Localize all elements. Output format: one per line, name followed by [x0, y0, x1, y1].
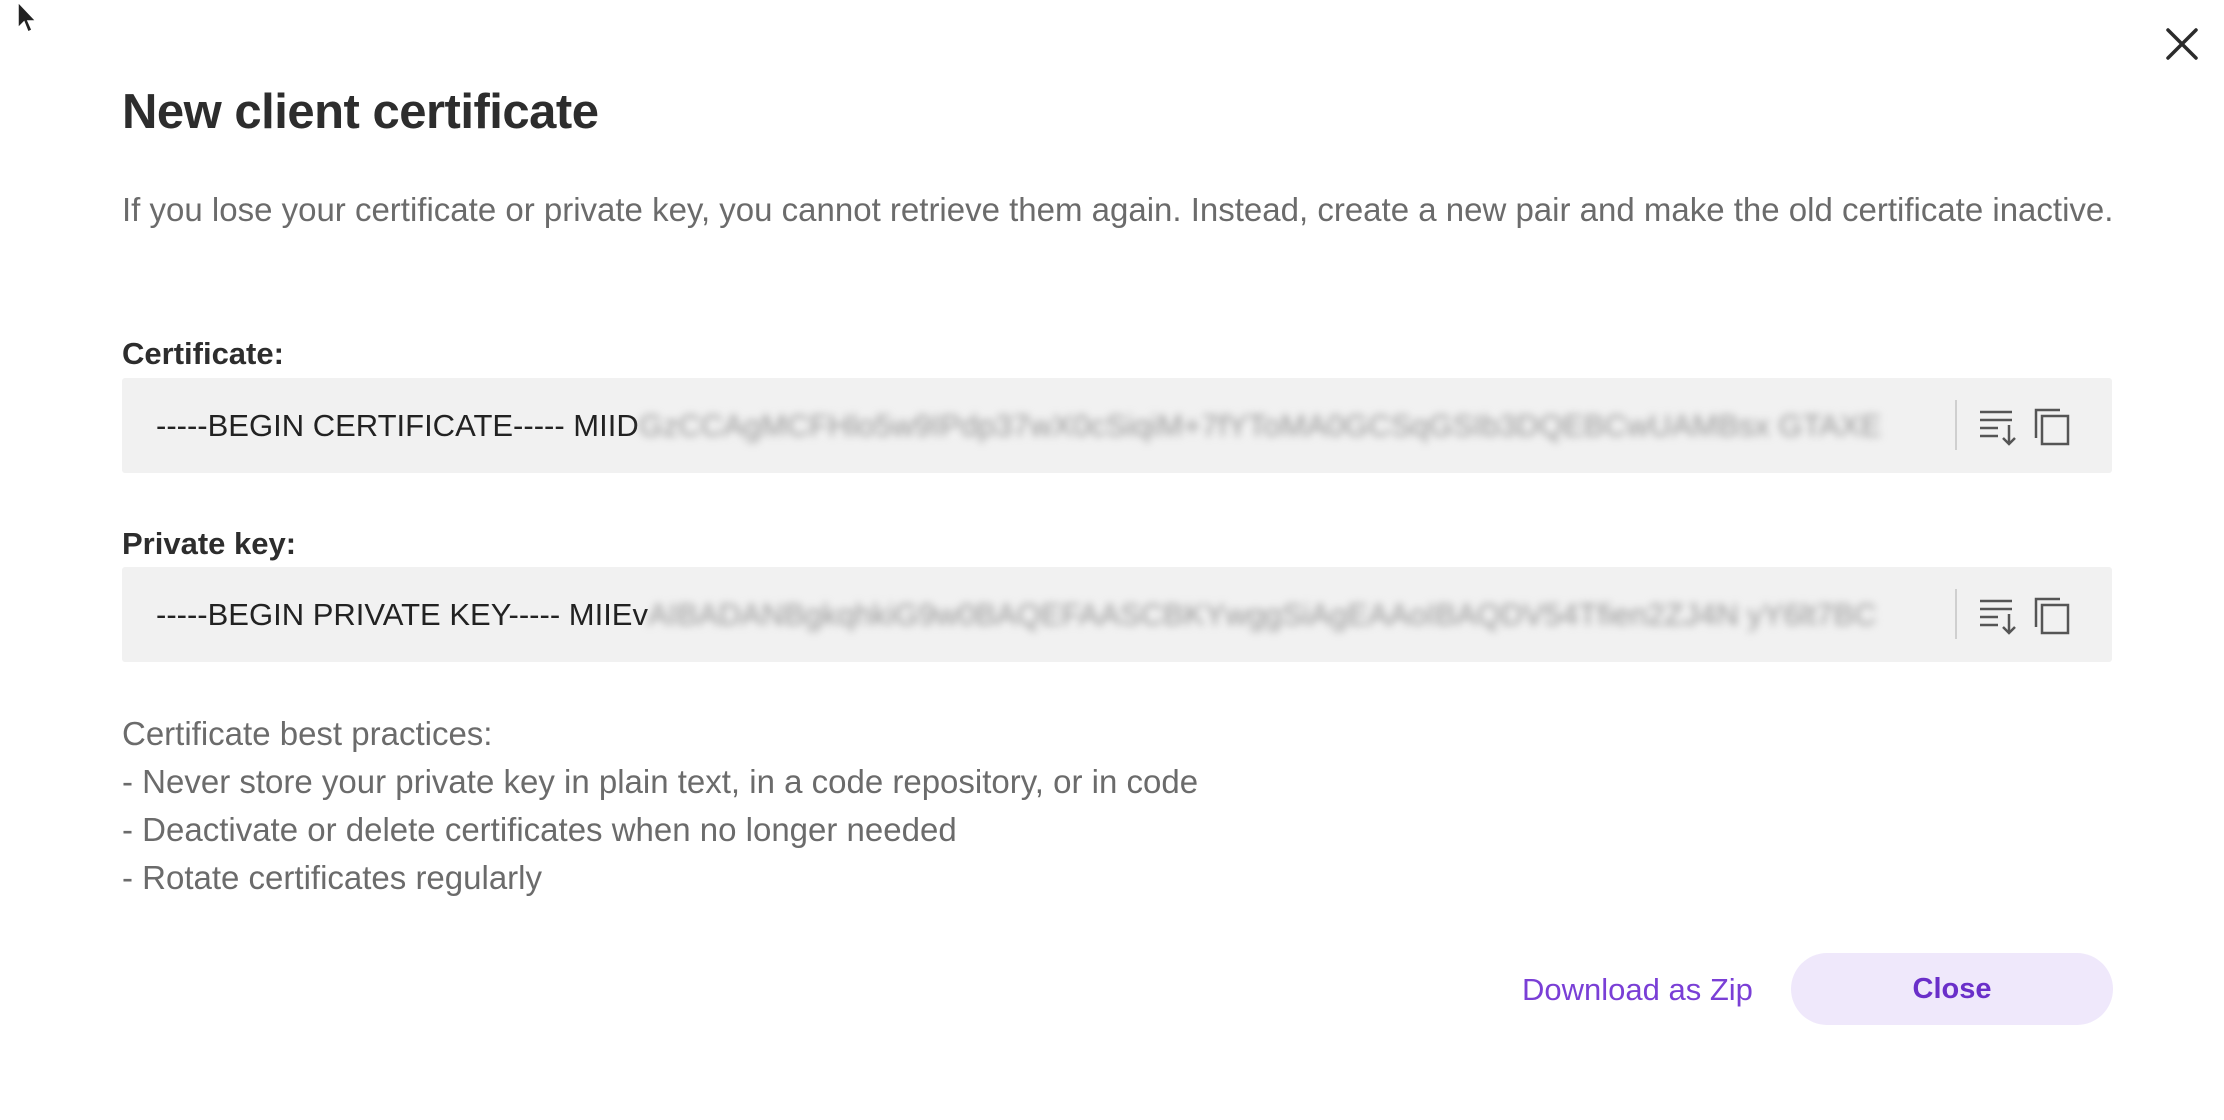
- best-practices-heading: Certificate best practices:: [122, 715, 493, 752]
- certificate-field: -----BEGIN CERTIFICATE----- MIIDGzCCAgMC…: [122, 378, 2112, 473]
- copy-icon[interactable]: [2030, 593, 2074, 637]
- certificate-value-visible: -----BEGIN CERTIFICATE----- MIID: [156, 408, 639, 443]
- private-key-value[interactable]: -----BEGIN PRIVATE KEY----- MIIEvAIBADAN…: [156, 567, 2068, 662]
- dialog-intro: If you lose your certificate or private …: [122, 191, 2114, 228]
- download-zip-button[interactable]: Download as Zip: [1522, 960, 1753, 1020]
- client-certificate-dialog: New client certificate If you lose your …: [0, 0, 2224, 1120]
- best-practice-item: - Deactivate or delete certificates when…: [122, 811, 957, 848]
- download-icon[interactable]: [1976, 404, 2020, 448]
- private-key-field: -----BEGIN PRIVATE KEY----- MIIEvAIBADAN…: [122, 567, 2112, 662]
- certificate-value[interactable]: -----BEGIN CERTIFICATE----- MIIDGzCCAgMC…: [156, 378, 2068, 473]
- private-key-field-divider: [1955, 589, 1957, 639]
- certificate-label: Certificate:: [122, 336, 284, 371]
- close-button[interactable]: Close: [1791, 953, 2113, 1025]
- best-practice-item: - Rotate certificates regularly: [122, 859, 542, 896]
- mouse-pointer-icon: [17, 0, 38, 34]
- best-practice-item: - Never store your private key in plain …: [122, 763, 1199, 800]
- copy-icon[interactable]: [2030, 404, 2074, 448]
- close-icon[interactable]: [2162, 24, 2202, 64]
- dialog-title: New client certificate: [122, 85, 599, 139]
- private-key-value-visible: -----BEGIN PRIVATE KEY----- MIIEv: [156, 597, 648, 632]
- best-practices-list: Certificate best practices: - Never stor…: [122, 710, 1198, 902]
- certificate-field-divider: [1955, 400, 1957, 450]
- private-key-label: Private key:: [122, 526, 297, 561]
- certificate-value-blurred: GzCCAgMCFHlo5w9IPdp37wX0cSiqiM+7fYToMA0G…: [638, 408, 1882, 443]
- download-icon[interactable]: [1976, 593, 2020, 637]
- private-key-value-blurred: AIBADANBgkqhkiG9w0BAQEFAASCBKYwggSiAgEAA…: [648, 597, 1877, 632]
